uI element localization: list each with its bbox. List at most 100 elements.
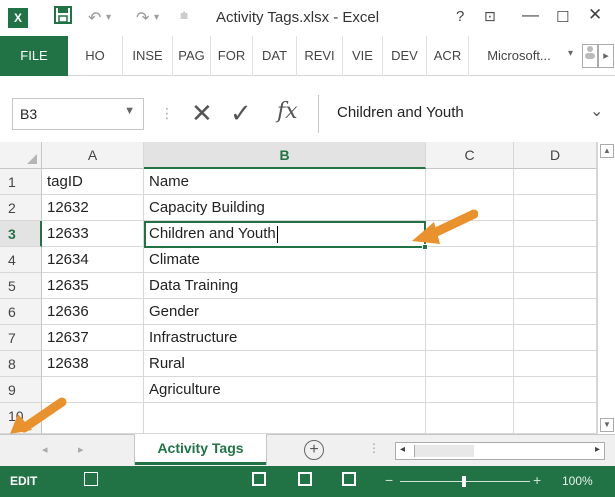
cell-b2[interactable]: Capacity Building xyxy=(144,195,426,221)
row-header[interactable]: 2 xyxy=(0,195,42,221)
cell-d5[interactable] xyxy=(514,273,597,299)
column-header-a[interactable]: A xyxy=(42,142,144,169)
page-break-preview-icon[interactable] xyxy=(342,472,356,486)
cell-a2[interactable]: 12632 xyxy=(42,195,144,221)
expand-formula-bar-icon[interactable]: ⌄ xyxy=(590,101,603,121)
select-all-corner[interactable] xyxy=(0,142,42,169)
horizontal-scrollbar[interactable]: ◂ ▸ xyxy=(395,442,605,460)
cell-d9[interactable] xyxy=(514,377,597,403)
horizontal-scroll-thumb[interactable] xyxy=(414,445,474,457)
undo-icon[interactable]: ↶ xyxy=(88,8,101,28)
cell-a3[interactable]: 12633 xyxy=(42,221,144,247)
cell-a1[interactable]: tagID xyxy=(42,169,144,195)
cell-d2[interactable] xyxy=(514,195,597,221)
formula-input[interactable]: Children and Youth xyxy=(337,104,464,121)
excel-logo-icon[interactable]: X xyxy=(8,8,28,28)
scroll-right-icon[interactable]: ▸ xyxy=(595,444,600,455)
tab-acrobat[interactable]: ACR xyxy=(427,36,469,76)
tab-review[interactable]: REVI xyxy=(297,36,343,76)
cell-a7[interactable]: 12637 xyxy=(42,325,144,351)
tab-microsoft-account[interactable]: Microsoft... xyxy=(473,36,565,76)
tab-developer[interactable]: DEV xyxy=(383,36,427,76)
scroll-up-icon[interactable]: ▲ xyxy=(600,144,614,158)
zoom-level[interactable]: 100% xyxy=(562,474,593,488)
tab-home[interactable]: HO xyxy=(68,36,123,76)
tab-page-layout[interactable]: PAG xyxy=(173,36,211,76)
zoom-slider-thumb[interactable] xyxy=(462,476,466,487)
cell-b10[interactable] xyxy=(144,403,426,434)
name-box[interactable]: B3 ▼ xyxy=(12,98,144,130)
cell-c9[interactable] xyxy=(426,377,514,403)
ribbon-display-options-icon[interactable]: ⊡ xyxy=(484,8,496,25)
page-layout-view-icon[interactable] xyxy=(298,472,312,486)
tab-formulas[interactable]: FOR xyxy=(211,36,253,76)
row-header[interactable]: 7 xyxy=(0,325,42,351)
row-header[interactable]: 4 xyxy=(0,247,42,273)
cell-a8[interactable]: 12638 xyxy=(42,351,144,377)
formula-bar-grip-icon[interactable]: ⋮ xyxy=(160,105,174,122)
cell-d10[interactable] xyxy=(514,403,597,434)
tab-file[interactable]: FILE xyxy=(0,36,68,76)
help-button[interactable]: ? xyxy=(456,8,464,25)
cell-b5[interactable]: Data Training xyxy=(144,273,426,299)
next-sheet-icon[interactable]: ▸ xyxy=(78,443,84,456)
undo-dropdown-icon[interactable]: ▾ xyxy=(106,12,111,23)
cell-d6[interactable] xyxy=(514,299,597,325)
redo-icon[interactable]: ↷ xyxy=(136,8,149,28)
scroll-left-icon[interactable]: ◂ xyxy=(400,444,405,455)
column-header-b[interactable]: B xyxy=(144,142,426,169)
customize-toolbar-icon[interactable]: ⩧ xyxy=(180,7,188,24)
cell-d4[interactable] xyxy=(514,247,597,273)
cell-b9[interactable]: Agriculture xyxy=(144,377,426,403)
tab-data[interactable]: DAT xyxy=(253,36,297,76)
row-header[interactable]: 8 xyxy=(0,351,42,377)
cell-c10[interactable] xyxy=(426,403,514,434)
column-header-c[interactable]: C xyxy=(426,142,514,169)
zoom-out-icon[interactable]: − xyxy=(385,472,393,488)
cell-d8[interactable] xyxy=(514,351,597,377)
row-header[interactable]: 5 xyxy=(0,273,42,299)
row-header[interactable]: 6 xyxy=(0,299,42,325)
cell-b4[interactable]: Climate xyxy=(144,247,426,273)
maximize-button[interactable]: ☐ xyxy=(556,8,569,26)
confirm-entry-icon[interactable]: ✓ xyxy=(230,98,252,130)
tab-insert[interactable]: INSE xyxy=(123,36,173,76)
cell-c1[interactable] xyxy=(426,169,514,195)
close-button[interactable]: ✕ xyxy=(588,5,602,25)
cell-a4[interactable]: 12634 xyxy=(42,247,144,273)
row-header[interactable]: 1 xyxy=(0,169,42,195)
tab-split-grip-icon[interactable]: ⋮ xyxy=(368,441,380,455)
minimize-button[interactable]: — xyxy=(522,5,539,25)
account-dropdown-icon[interactable]: ▾ xyxy=(568,48,573,59)
previous-sheet-icon[interactable]: ◂ xyxy=(42,443,48,456)
column-header-d[interactable]: D xyxy=(514,142,597,169)
name-box-dropdown-icon[interactable]: ▼ xyxy=(124,105,135,117)
redo-dropdown-icon[interactable]: ▾ xyxy=(154,12,159,23)
cell-c8[interactable] xyxy=(426,351,514,377)
cell-a6[interactable]: 12636 xyxy=(42,299,144,325)
cell-d3[interactable] xyxy=(514,221,597,247)
row-header-active[interactable]: 3 xyxy=(0,221,42,247)
user-avatar-icon[interactable] xyxy=(582,44,598,68)
normal-view-icon[interactable] xyxy=(252,472,266,486)
cell-d1[interactable] xyxy=(514,169,597,195)
vertical-scrollbar[interactable]: ▲ ▼ xyxy=(597,142,615,434)
tab-view[interactable]: VIE xyxy=(343,36,383,76)
zoom-in-icon[interactable]: + xyxy=(533,472,541,488)
cancel-entry-icon[interactable]: ✕ xyxy=(191,98,213,130)
cell-d7[interactable] xyxy=(514,325,597,351)
cell-b1[interactable]: Name xyxy=(144,169,426,195)
macro-record-icon[interactable] xyxy=(84,472,98,486)
ribbon-scroll-right-icon[interactable]: ▸ xyxy=(598,44,614,68)
cell-c7[interactable] xyxy=(426,325,514,351)
cell-b7[interactable]: Infrastructure xyxy=(144,325,426,351)
sheet-tab-activity-tags[interactable]: Activity Tags xyxy=(135,434,266,465)
cell-c5[interactable] xyxy=(426,273,514,299)
scroll-down-icon[interactable]: ▼ xyxy=(600,418,614,432)
add-sheet-button[interactable]: + xyxy=(304,440,324,460)
save-icon[interactable] xyxy=(54,6,72,29)
cell-b8[interactable]: Rural xyxy=(144,351,426,377)
cell-c6[interactable] xyxy=(426,299,514,325)
insert-function-icon[interactable]: fx xyxy=(277,99,298,124)
cell-b6[interactable]: Gender xyxy=(144,299,426,325)
